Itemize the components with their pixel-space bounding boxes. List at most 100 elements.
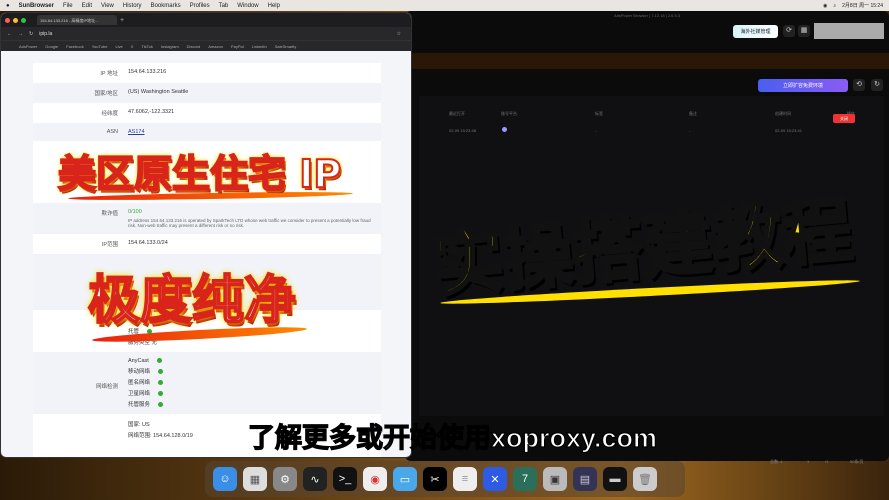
pager-pages: /1 (825, 459, 829, 464)
pager-total: 总数: 1 (770, 459, 783, 464)
settings-icon[interactable]: ⚙ (273, 467, 297, 491)
row-tag: - (595, 128, 597, 133)
back-icon[interactable]: ← (7, 31, 12, 37)
activity-monitor-icon[interactable]: ∿ (303, 467, 327, 491)
sync-icon[interactable]: ⟲ (853, 79, 865, 91)
bookmarks-bar: AdsPower Google Facebook YouTube Live X TikTok… (1, 40, 411, 51)
region-value: (US) Washington Seattle (128, 89, 189, 95)
search-icon[interactable]: ⌕ (833, 3, 836, 9)
menu-window[interactable]: Window (237, 3, 258, 9)
notice-banner (405, 53, 889, 69)
menu-help[interactable]: Help (268, 3, 280, 9)
net-label: 网络检测 (95, 384, 118, 390)
col-created[interactable]: 创建时间 (775, 111, 791, 117)
row-note: - (689, 128, 691, 133)
bookmark[interactable]: TikTok (141, 44, 152, 49)
menu-history[interactable]: History (123, 3, 142, 9)
bookmark[interactable]: Facebook (66, 44, 84, 49)
terminal-icon[interactable]: >_ (333, 467, 357, 491)
bookmark[interactable]: Discord (187, 44, 201, 49)
window-preview-icon[interactable]: ▤ (573, 467, 597, 491)
region-label: 国家/地区 (94, 91, 118, 97)
asn-link[interactable]: AS174 (128, 129, 381, 135)
menu-file[interactable]: File (63, 3, 73, 9)
row-opened: 02-09 15:23:48 (449, 128, 476, 133)
launchpad-icon[interactable]: ▦ (243, 467, 267, 491)
notes-icon[interactable]: ≡ (453, 467, 477, 491)
range-value: 154.64.133.0/24 (128, 240, 168, 246)
menu-app-name[interactable]: SunBrowser (19, 3, 54, 9)
pager-page[interactable]: 1 (807, 459, 809, 464)
net-item: 匿名网络 (128, 378, 381, 386)
finder-icon[interactable]: ☺ (213, 467, 237, 491)
per-page-select[interactable]: 50条/页 (850, 459, 864, 465)
ip-value: 154.64.133.216 (128, 69, 167, 75)
net-item: AnyCast (128, 358, 381, 364)
wifi-icon[interactable]: ◉ (823, 3, 827, 9)
bookmark[interactable]: LinkedIn (252, 44, 267, 49)
close-window-icon[interactable] (5, 17, 10, 23)
close-profile-button[interactable]: 关闭 (833, 114, 855, 123)
bookmark[interactable]: Instagram (161, 44, 179, 49)
asn-label: ASN (106, 129, 118, 135)
coord-value: 47.6062,-122.3321 (128, 109, 175, 115)
net-item: 移动网络 (128, 367, 381, 375)
window-preview-icon[interactable]: ▬ (603, 467, 627, 491)
platform-icon (502, 127, 507, 132)
browser-tab[interactable]: 154.64.133.216 - 高精度IP地址... (37, 15, 117, 25)
new-tab-icon[interactable]: + (120, 17, 124, 24)
bookmark[interactable]: X (131, 44, 134, 49)
star-icon[interactable]: ☆ (397, 31, 401, 37)
bookmark[interactable]: YouTube (92, 44, 108, 49)
menu-edit[interactable]: Edit (82, 3, 92, 9)
social-manage-button[interactable]: 海外社媒管理 (733, 25, 778, 38)
grid-icon[interactable]: ▦ (798, 25, 810, 37)
bookmark[interactable]: SaleSmartly (275, 44, 297, 49)
trash-icon[interactable]: 🗑 (633, 467, 657, 491)
overlay-title-us-ip: 美区原生住宅 IP (57, 151, 342, 197)
capcut-icon[interactable]: ✂ (423, 467, 447, 491)
bookmark[interactable]: Live (115, 44, 122, 49)
folder-icon[interactable]: ▭ (393, 467, 417, 491)
fraud-text: IP address 154.64.133.216 is operated by… (128, 218, 371, 228)
col-platform[interactable]: 账号平台 (501, 111, 517, 117)
browser-window: 154.64.133.216 - 高精度IP地址... + ← → ↻ ipip.l… (0, 12, 412, 458)
menu-profiles[interactable]: Profiles (190, 3, 210, 9)
menu-bookmarks[interactable]: Bookmarks (151, 3, 181, 9)
net-item: 卫星网络 (128, 389, 381, 397)
menu-bar: ● SunBrowser File Edit View History Book… (0, 0, 889, 11)
browser-7-icon[interactable]: 7 (513, 467, 537, 491)
bookmark[interactable]: PayPal (231, 44, 244, 49)
account-area[interactable] (814, 23, 884, 39)
bookmark[interactable]: Google (45, 44, 58, 49)
col-opened[interactable]: 最近打开 (449, 111, 465, 117)
forward-icon[interactable]: → (18, 31, 23, 37)
apple-icon[interactable]: ● (6, 3, 10, 9)
chrome-icon[interactable]: ◉ (363, 467, 387, 491)
col-note[interactable]: 备注 (689, 111, 697, 117)
zoom-icon[interactable] (21, 17, 26, 23)
dock: ☺ ▦ ⚙ ∿ >_ ◉ ▭ ✂ ≡ ✕ 7 ▣ ▤ ▬ 🗑 (205, 461, 685, 497)
menu-view[interactable]: View (101, 3, 114, 9)
ip-label: IP 地址 (100, 71, 118, 77)
reload-icon[interactable]: ↻ (29, 31, 33, 37)
col-tag[interactable]: 标签 (595, 111, 603, 117)
subtitle-caption: 了解更多或开始使用xoproxy.com (247, 422, 658, 453)
fraud-score: 0/100 (128, 209, 142, 215)
bookmark[interactable]: AdsPower (19, 44, 37, 49)
net-item: 托管服务 (128, 400, 381, 408)
minimize-icon[interactable] (13, 17, 18, 23)
bookmark[interactable]: Amazon (208, 44, 223, 49)
xmind-icon[interactable]: ✕ (483, 467, 507, 491)
address-bar[interactable]: ipip.la (39, 31, 52, 37)
overlay-title-pure: 极度纯净 (87, 270, 297, 332)
fraud-label: 欺诈值 (101, 211, 118, 217)
clock[interactable]: 2月8日 周一 15:24 (842, 2, 883, 9)
refresh-icon[interactable]: ⟳ (783, 25, 795, 37)
coord-label: 经纬度 (101, 111, 118, 117)
reload-icon[interactable]: ↻ (871, 79, 883, 91)
menu-tab[interactable]: Tab (219, 3, 229, 9)
promo-button[interactable]: 立即扩容免费环境 (758, 79, 848, 92)
window-preview-icon[interactable]: ▣ (543, 467, 567, 491)
range-label: IP范围 (101, 242, 118, 248)
